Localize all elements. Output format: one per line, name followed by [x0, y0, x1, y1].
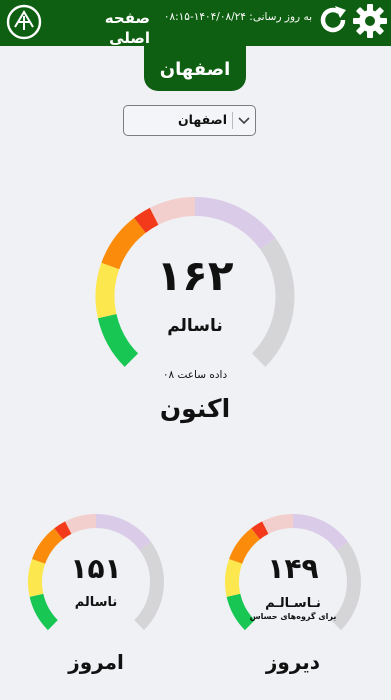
settings-gear-icon[interactable] — [352, 3, 388, 39]
current-arc-hazardous — [194, 197, 276, 250]
city-select-value: اصفهان — [178, 112, 227, 127]
home-link[interactable]: صفحه اصلی — [62, 8, 150, 47]
today-arc-very-unhealthy — [65, 514, 97, 535]
yesterday-arc-very-unhealthy — [262, 514, 294, 535]
gauge-current-status: ناسالم — [167, 316, 223, 336]
today-arc-moderate — [28, 558, 46, 597]
select-divider — [232, 112, 233, 129]
current-arc-very-unhealthy — [149, 197, 196, 225]
gauge-current-value: ۱۶۲ — [156, 251, 234, 300]
gauge-current-note: داده ساعت ۰۸ — [162, 369, 228, 381]
last-updated-text: به روز رسانی: ۱۴۰۴/۰۸/۲۴-۰۸:۱۵ — [163, 11, 312, 23]
gauge-today-value: ۱۵۱ — [70, 552, 122, 585]
gauge-current-title: اکنون — [159, 394, 231, 423]
city-select[interactable]: اصفهان — [123, 105, 256, 136]
current-arc-good — [97, 313, 139, 367]
gauge-today-title: امروز — [68, 650, 124, 674]
logo-icon — [5, 3, 43, 41]
yesterday-arc-unhealthy — [251, 521, 269, 540]
today-arc-hazardous — [95, 514, 152, 551]
current-arc-moderate — [95, 262, 120, 319]
current-arc-unhealthy — [134, 207, 159, 234]
today-arc-unhealthy — [54, 521, 72, 540]
top-bar: صفحه اصلی به روز رسانی: ۱۴۰۴/۰۸/۲۴-۰۸:۱۵ — [0, 0, 391, 47]
gauge-yesterday-value: ۱۴۹ — [267, 552, 319, 585]
yesterday-arc-hazardous — [292, 514, 349, 551]
gauge-yesterday-substatus: برای گروه‌های حساس — [249, 612, 337, 621]
city-title-tab: اصفهان — [144, 46, 246, 91]
chevron-down-icon[interactable] — [236, 112, 252, 128]
yesterday-arc-moderate — [225, 558, 243, 597]
gauge-today-status: ناسالم — [74, 595, 118, 610]
gauge-yesterday-title: دیروز — [265, 650, 321, 674]
refresh-icon[interactable] — [316, 3, 350, 37]
